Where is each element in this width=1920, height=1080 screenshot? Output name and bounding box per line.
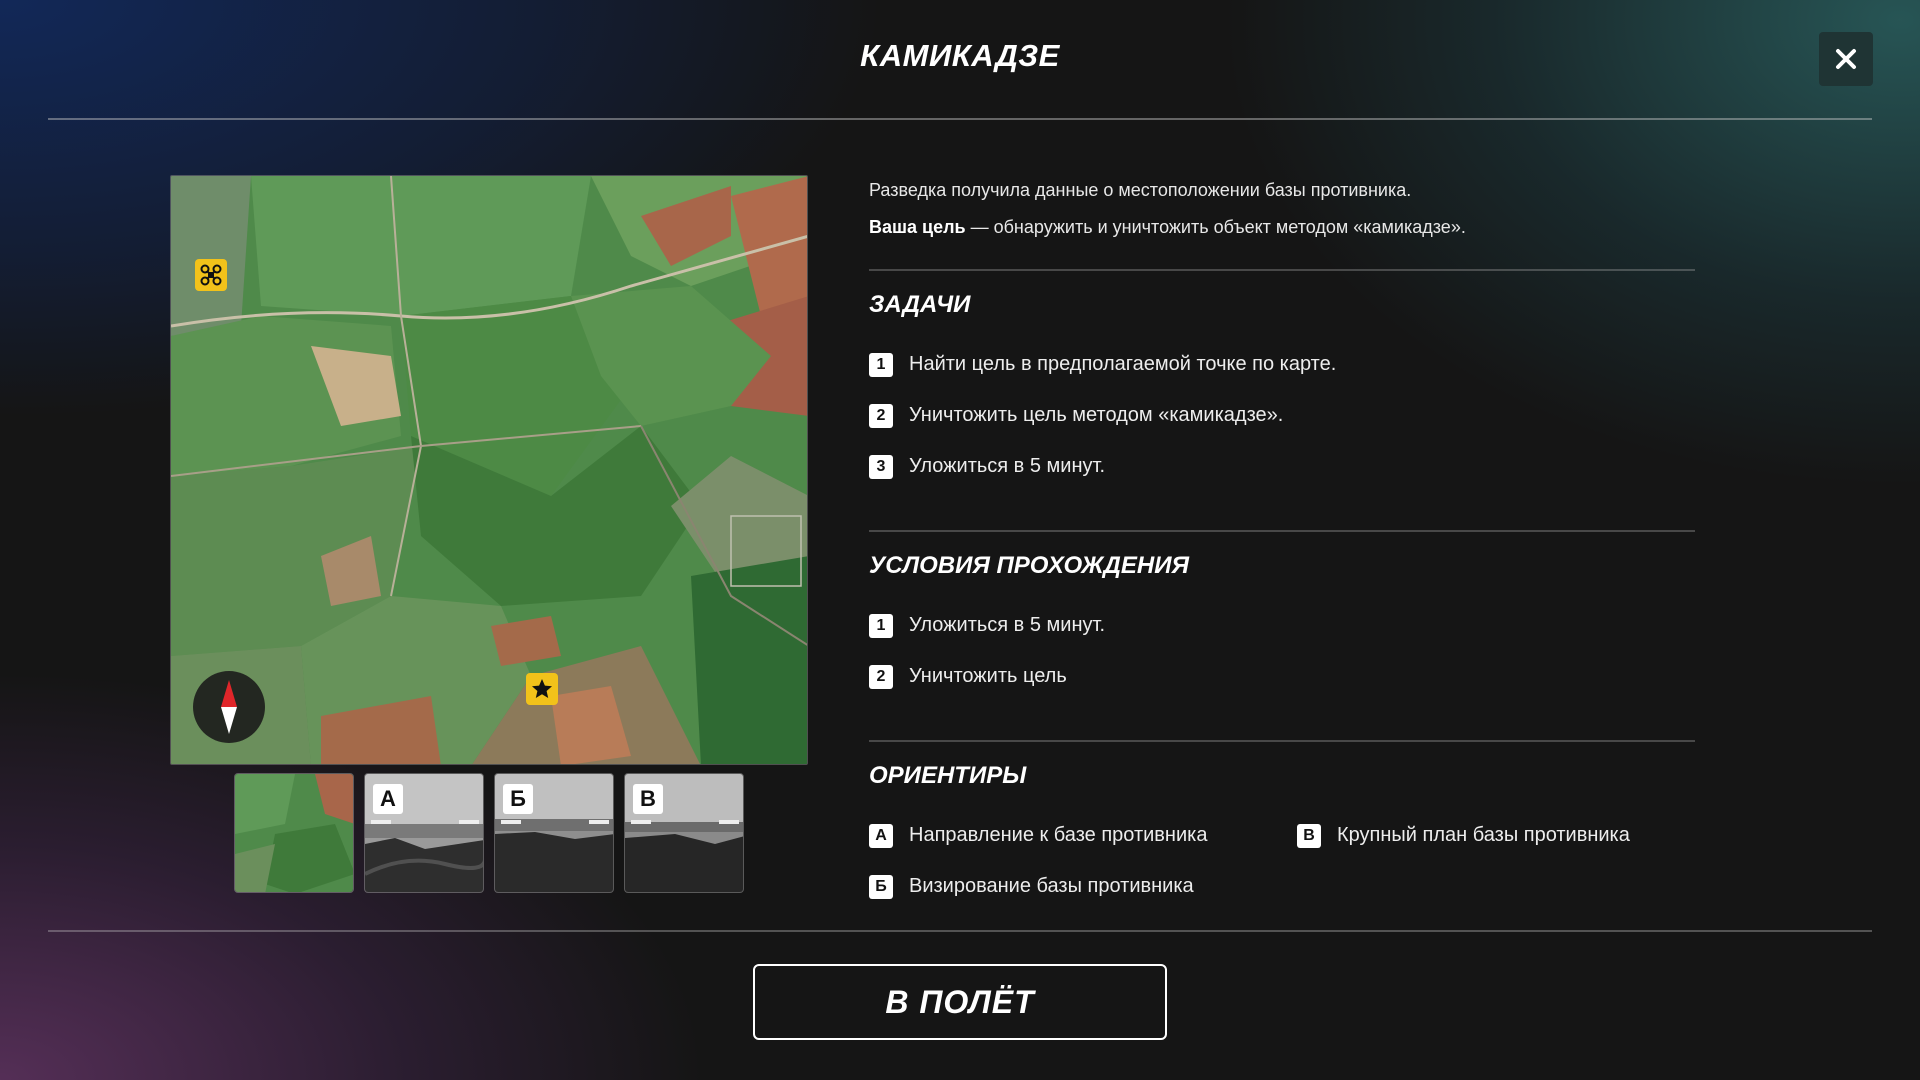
landmarks-row: А Направление к базе противника В Крупны… [869,810,1695,861]
landmark-text: Визирование базы противника [909,875,1194,897]
star-icon [532,679,552,698]
landmark-item: А Направление к базе противника [869,810,1297,861]
condition-number: 2 [869,664,893,689]
section-divider [869,269,1695,271]
mission-map[interactable] [170,175,808,765]
thumbnail-b[interactable]: Б [494,773,614,893]
target-marker[interactable] [526,673,558,705]
task-number: 1 [869,352,893,377]
condition-text: Уложиться в 5 минут. [909,614,1106,636]
task-item: 1 Найти цель в предполагаемой точке по к… [869,339,1695,390]
condition-item: 1 Уложиться в 5 минут. [869,600,1695,651]
condition-text: Уничтожить цель [909,665,1067,687]
landmark-letter: В [1297,823,1321,848]
thumbnail-v[interactable]: В [624,773,744,893]
close-icon [1836,49,1856,69]
thumbnail-a[interactable]: А [364,773,484,893]
intro-line: Разведка получила данные о местоположени… [869,180,1412,200]
goal-text: — обнаружить и уничтожить объект методом… [965,217,1466,237]
close-button[interactable] [1819,32,1873,86]
thumbnail-map[interactable] [234,773,354,893]
landmark-letter: А [869,823,893,848]
landmark-letter: Б [869,874,893,899]
landmark-item: Б Визирование базы противника [869,861,1695,912]
task-text: Найти цель в предполагаемой точке по кар… [909,353,1337,375]
condition-number: 1 [869,613,893,638]
section-divider [869,530,1695,532]
landmark-text: Крупный план базы противника [1337,824,1630,846]
map-thumbnail-image [235,774,353,892]
task-text: Уничтожить цель методом «камикадзе». [909,404,1284,426]
drone-marker[interactable] [195,259,227,291]
goal-label: Ваша цель [869,217,966,237]
briefing-intro: Разведка получила данные о местоположени… [869,172,1695,246]
landmark-text: Направление к базе противника [909,824,1208,846]
goal-line: Ваша цель — обнаружить и уничтожить объе… [869,209,1695,246]
landmark-item: В Крупный план базы противника [1297,810,1630,861]
task-item: 2 Уничтожить цель методом «камикадзе». [869,390,1695,441]
start-flight-button[interactable]: В ПОЛЁТ [753,964,1167,1040]
tasks-title: ЗАДАЧИ [869,291,971,318]
header-divider [48,118,1872,120]
task-item: 3 Уложиться в 5 минут. [869,441,1695,492]
satellite-terrain [171,176,807,764]
briefing-panel: Разведка получила данные о местоположени… [869,172,1695,912]
footer-divider [48,930,1872,932]
thumbnail-label: А [373,784,403,814]
drone-icon [200,264,222,286]
task-number: 3 [869,454,893,479]
task-number: 2 [869,403,893,428]
compass-icon [221,680,237,734]
section-divider [869,740,1695,742]
page-title: КАМИКАДЗЕ [860,38,1060,73]
condition-item: 2 Уничтожить цель [869,651,1695,702]
landmarks-title: ОРИЕНТИРЫ [869,762,1027,789]
thumbnail-label: Б [503,784,533,814]
thumbnail-label: В [633,784,663,814]
task-text: Уложиться в 5 минут. [909,455,1106,477]
conditions-title: УСЛОВИЯ ПРОХОЖДЕНИЯ [869,552,1189,579]
compass [193,671,265,743]
